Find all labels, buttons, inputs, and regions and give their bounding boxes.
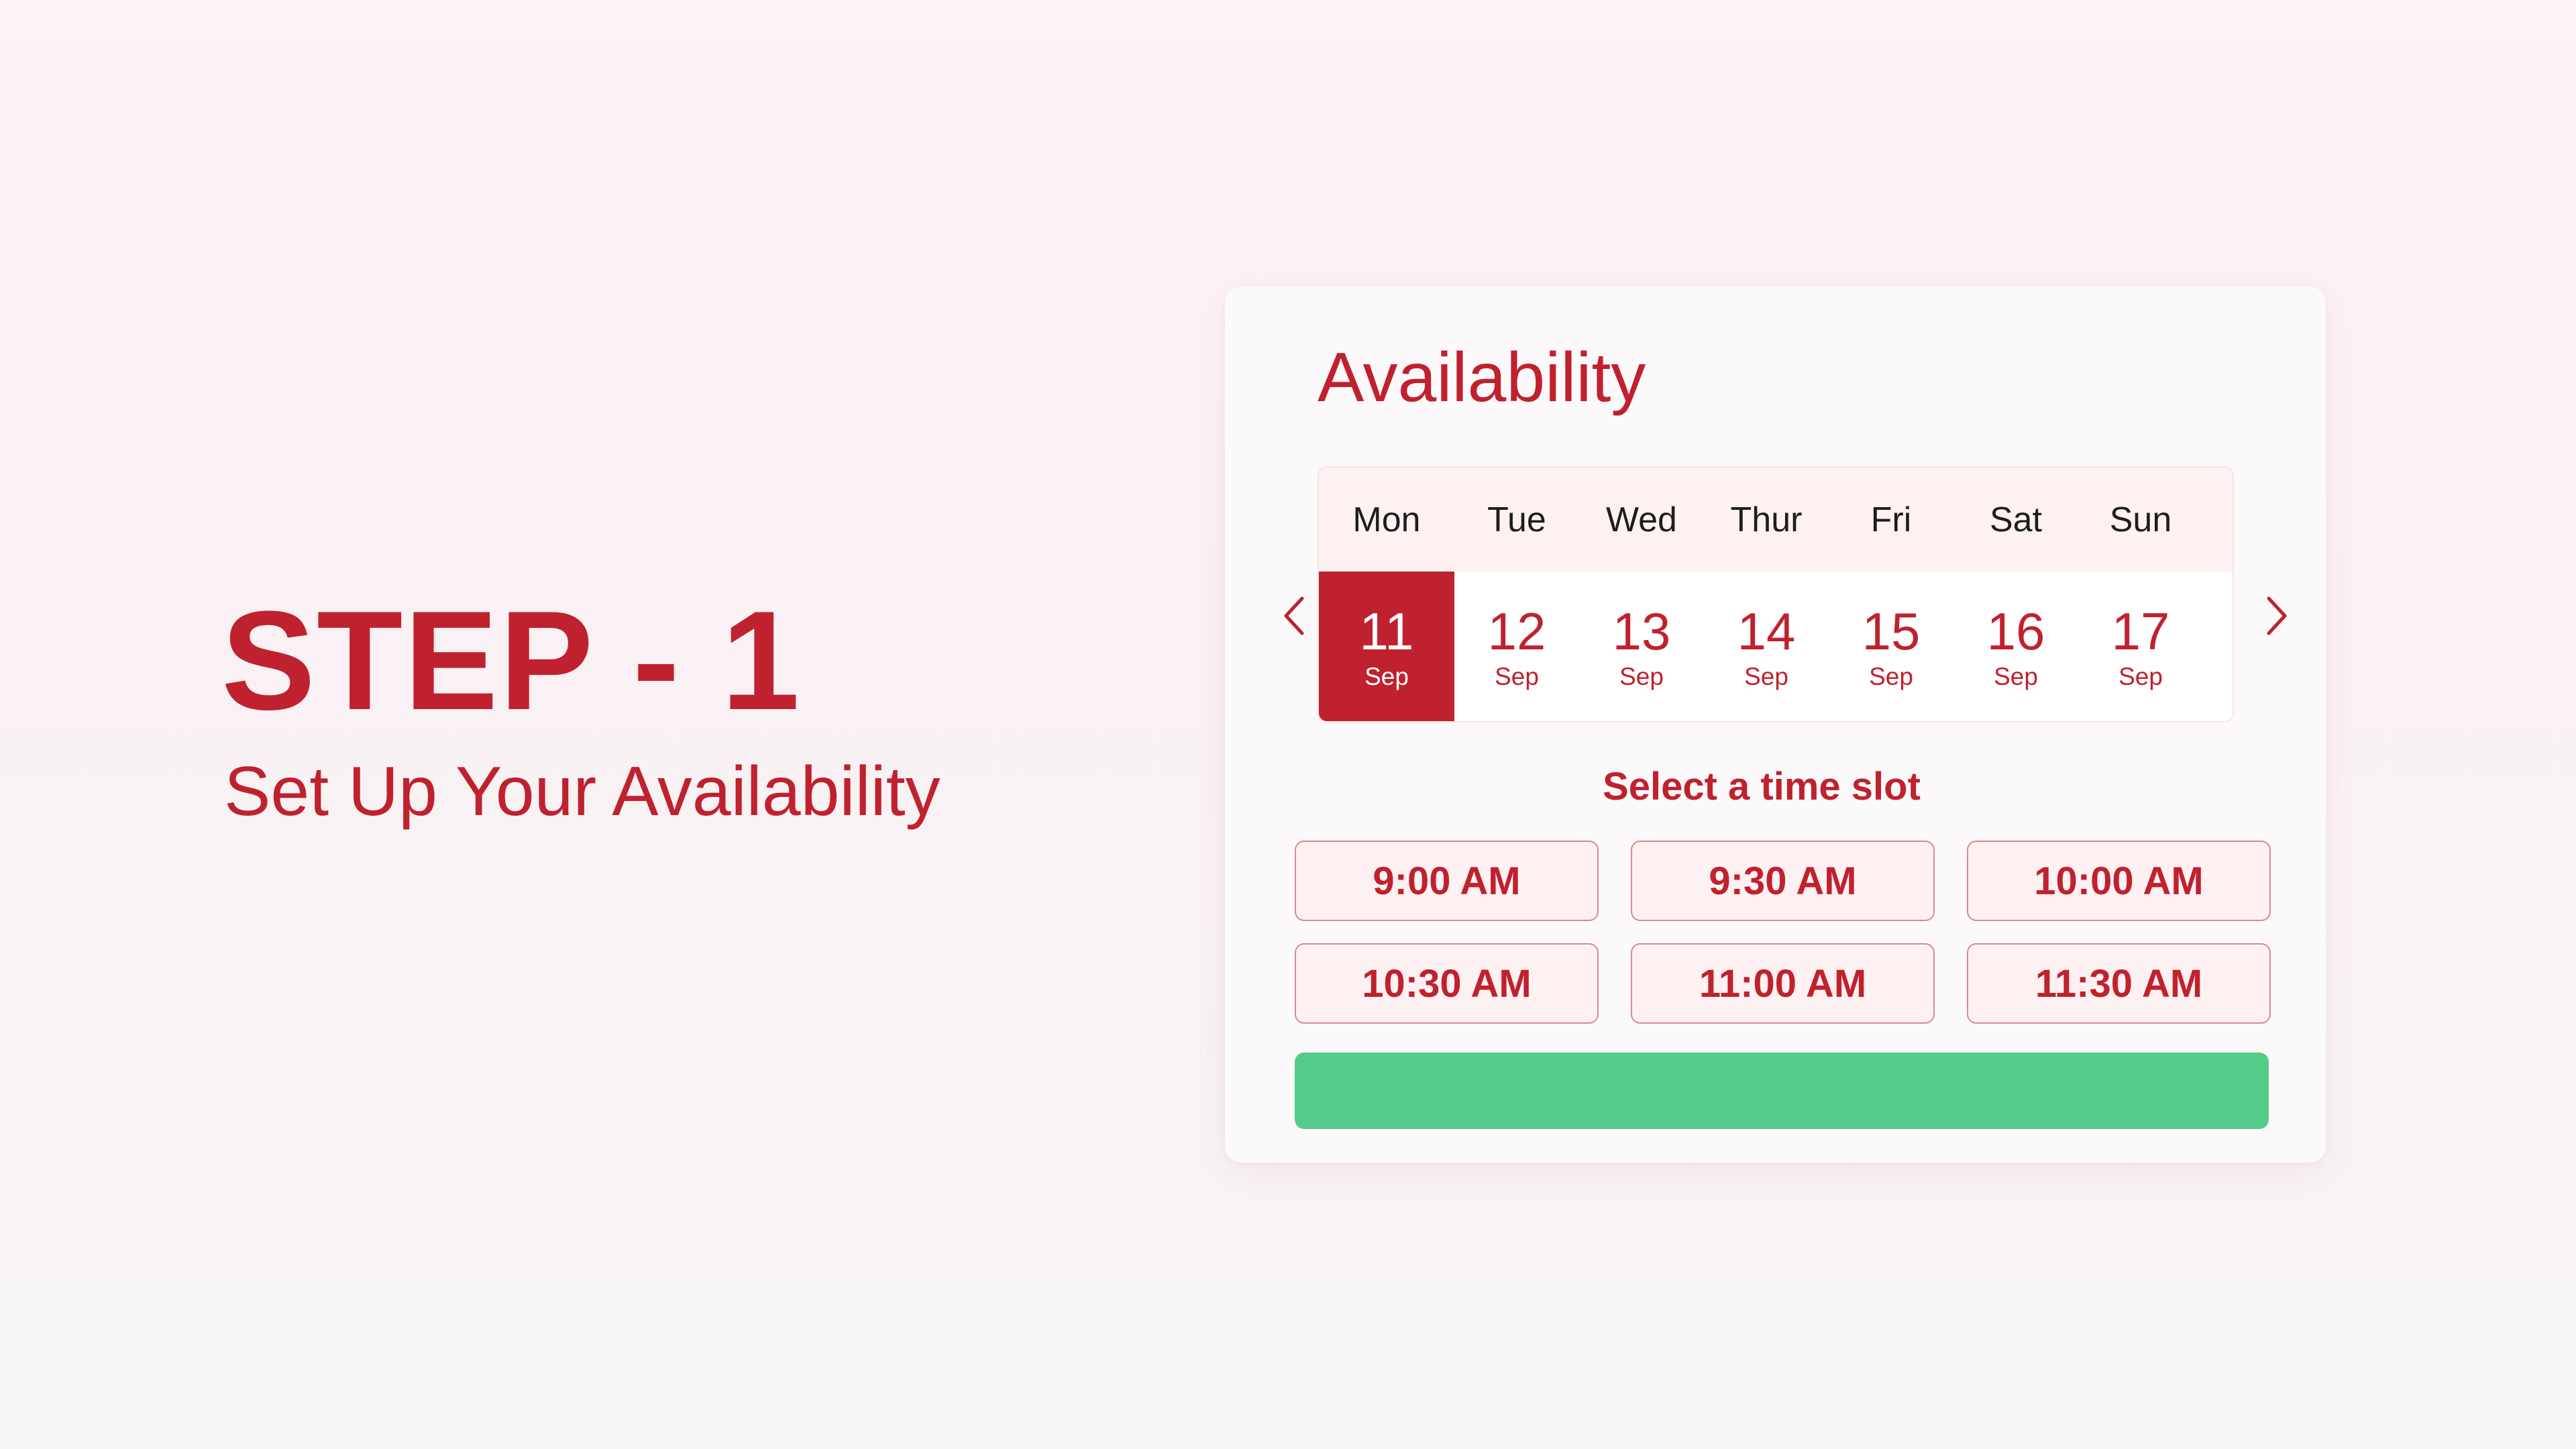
date-row: 11 Sep 12 Sep 13 Sep 14 Sep 15 Sep 16 Se… [1319,572,2233,721]
date-month: Sep [1364,663,1409,690]
availability-card: Availability Mon Tue Wed Thur Fri Sat Su… [1225,286,2326,1163]
next-week-button[interactable] [2253,579,2300,653]
weekday-mon: Mon [1352,500,1421,539]
date-number: 16 [1986,602,2045,661]
weekday-wed: Wed [1606,500,1677,539]
date-number: 12 [1487,602,1546,661]
date-number: 17 [2111,602,2170,661]
previous-week-button[interactable] [1271,579,1318,653]
date-cell[interactable]: 15 Sep [1829,572,1953,721]
weekday-tue: Tue [1487,500,1546,539]
week-calendar: Mon Tue Wed Thur Fri Sat Sun 11 Sep 12 S… [1318,466,2234,722]
chevron-right-icon [2267,596,2287,635]
time-slot-button[interactable]: 9:00 AM [1295,841,1599,921]
date-number: 13 [1612,602,1671,661]
weekday-sat: Sat [1989,500,2043,539]
weekday-header: Mon Tue Wed Thur Fri Sat Sun [1319,468,2233,572]
date-month: Sep [1744,663,1788,690]
date-month: Sep [1619,663,1664,690]
date-month: Sep [1869,663,1913,690]
date-cell-selected[interactable]: 11 Sep [1319,572,1454,721]
time-slot-button[interactable]: 10:00 AM [1967,841,2271,921]
date-cell[interactable]: 14 Sep [1704,572,1829,721]
date-month: Sep [2118,663,2163,690]
time-slot-button[interactable]: 9:30 AM [1631,841,1935,921]
step-subtitle: Set Up Your Availability [224,753,941,830]
time-slot-heading: Select a time slot [1603,765,1921,808]
time-slot-button[interactable]: 11:00 AM [1631,943,1935,1024]
time-slot-button[interactable]: 10:30 AM [1295,943,1599,1024]
confirm-button[interactable] [1295,1053,2269,1129]
weekday-sun: Sun [2109,500,2172,539]
date-cell[interactable]: 17 Sep [2078,572,2203,721]
date-cell[interactable]: 16 Sep [1953,572,2078,721]
weekday-fri: Fri [1870,500,1912,539]
chevron-left-icon [1284,596,1304,635]
step-title: STEP - 1 [221,582,802,739]
date-number: 14 [1737,602,1796,661]
date-month: Sep [1994,663,2038,690]
date-month: Sep [1495,663,1539,690]
card-title: Availability [1318,339,1646,417]
date-number: 11 [1359,602,1414,661]
date-number: 15 [1862,602,1921,661]
time-slot-button[interactable]: 11:30 AM [1967,943,2271,1024]
time-slot-grid: 9:00 AM 9:30 AM 10:00 AM 10:30 AM 11:00 … [1295,841,2275,1024]
date-cell[interactable]: 13 Sep [1579,572,1704,721]
date-cell[interactable]: 12 Sep [1454,572,1579,721]
weekday-thur: Thur [1730,500,1803,539]
